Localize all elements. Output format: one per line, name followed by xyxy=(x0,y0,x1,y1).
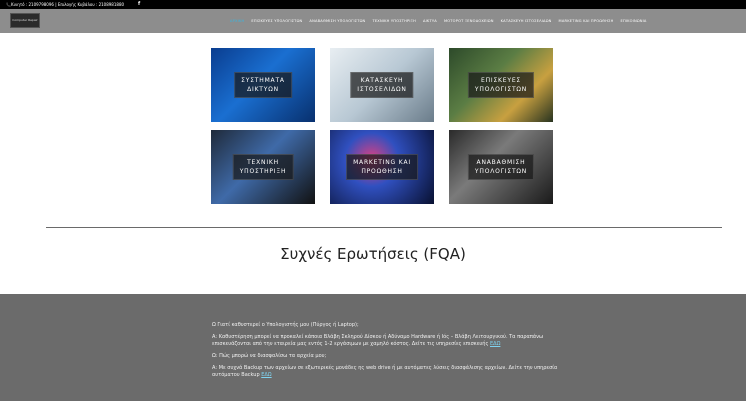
contact-info: 📞Κινητό : 2109798096 | Επιλογής Κυβάλου … xyxy=(6,2,125,7)
top-contact-bar: 📞Κινητό : 2109798096 | Επιλογής Κυβάλου … xyxy=(0,0,746,9)
tile-caption-line1: ΚΑΤΑΣΚΕΥΗ xyxy=(360,77,404,84)
services-grid: ΣΥΣΤΗΜΑΤΑ ΔΙΚΤΥΩΝ ΚΑΤΑΣΚΕΥΗ ΙΣΤΟΣΕΛΙΔΩΝ … xyxy=(211,48,553,204)
tile-network-systems[interactable]: ΣΥΣΤΗΜΑΤΑ ΔΙΚΤΥΩΝ xyxy=(211,48,315,122)
faq-content: Ω Γιατί καθυστερεί ο Υπολογιστής μου (Πύ… xyxy=(212,322,562,384)
tile-technical-support[interactable]: ΤΕΧΝΙΚΗ ΥΠΟΣΤΗΡΙΞΗ xyxy=(211,130,315,204)
tile-caption: ΚΑΤΑΣΚΕΥΗ ΙΣΤΟΣΕΛΙΔΩΝ xyxy=(350,72,414,98)
tile-caption: ΑΝΑΒΑΘΜΙΣΗ ΥΠΟΛΟΓΙΣΤΩΝ xyxy=(467,154,535,180)
tile-caption-line2: ΠΡΟΩΘΗΣΗ xyxy=(361,168,403,175)
tile-computer-upgrades[interactable]: ΑΝΑΒΑΘΜΙΣΗ ΥΠΟΛΟΓΙΣΤΩΝ xyxy=(449,130,553,204)
tile-web-development[interactable]: ΚΑΤΑΣΚΕΥΗ ΙΣΤΟΣΕΛΙΔΩΝ xyxy=(330,48,434,122)
tile-caption: ΕΠΙΣΚΕΥΕΣ ΥΠΟΛΟΓΙΣΤΩΝ xyxy=(467,72,535,98)
nav-item-web-development[interactable]: ΚΑΤΑΣΚΕΥΗ ΙΣΤΟΣΕΛΙΔΩΝ xyxy=(501,19,552,23)
faq-answer-1: Α: Καθυστέρηση μπορεί να προκαλεί κάποια… xyxy=(212,334,562,348)
nav-item-technical-support[interactable]: ΤΕΧΝΙΚΗ ΥΠΟΣΤΗΡΙΞΗ xyxy=(372,19,416,23)
tile-caption-line2: ΥΠΟΛΟΓΙΣΤΩΝ xyxy=(474,86,528,93)
tile-caption-line1: ΤΕΧΝΙΚΗ xyxy=(247,159,279,166)
tile-caption-line2: ΔΙΚΤΥΩΝ xyxy=(247,86,279,93)
tile-caption-line2: ΥΠΟΣΤΗΡΙΞΗ xyxy=(239,168,287,175)
nav-item-contact[interactable]: ΕΠΙΚΟΙΝΩΝΙΑ xyxy=(620,19,646,23)
section-divider xyxy=(46,227,722,228)
nav-item-computer-repairs[interactable]: ΕΠΙΣΚΕΥΕΣ ΥΠΟΛΟΓΙΣΤΩΝ xyxy=(251,19,302,23)
faq-heading: Συχνές Ερωτήσεις (FQA) xyxy=(280,245,466,263)
nav-item-computer-upgrades[interactable]: ΑΝΑΒΑΘΜΙΣΗ ΥΠΟΛΟΓΙΣΤΩΝ xyxy=(309,19,365,23)
tile-caption-line1: ΕΠΙΣΚΕΥΕΣ xyxy=(480,77,522,84)
nav-item-marketing[interactable]: MARKETING και ΠΡΟΩΘΗΣΗ xyxy=(559,19,614,23)
nav-item-hotel-motorout[interactable]: ΜΟΤΟΡΟΤ ΞΕΝΟΔΟΧΕΙΩΝ xyxy=(444,19,494,23)
nav-item-networks[interactable]: ΔΙΚΤΥΑ xyxy=(423,19,437,23)
faq-answer-1-link[interactable]: ΕΔΩ xyxy=(490,341,500,347)
nav-item-home[interactable]: ΑΡΧΙΚΗ xyxy=(230,19,244,23)
faq-question-1: Ω Γιατί καθυστερεί ο Υπολογιστής μου (Πύ… xyxy=(212,322,359,328)
tile-caption-line1: ΣΥΣΤΗΜΑΤΑ xyxy=(241,77,285,84)
tile-caption-line1: ΑΝΑΒΑΘΜΙΣΗ xyxy=(476,159,526,166)
tile-marketing[interactable]: MARKETING ΚΑΙ ΠΡΟΩΘΗΣΗ xyxy=(330,130,434,204)
faq-answer-2-link[interactable]: ΕΔΩ xyxy=(261,372,271,378)
tile-caption: MARKETING ΚΑΙ ΠΡΟΩΘΗΣΗ xyxy=(346,154,418,180)
tile-caption-line1: MARKETING ΚΑΙ xyxy=(353,159,411,166)
tile-computer-repairs[interactable]: ΕΠΙΣΚΕΥΕΣ ΥΠΟΛΟΓΙΣΤΩΝ xyxy=(449,48,553,122)
faq-question-2: Ω: Πώς μπορώ να διασφαλίσω τα αρχεία μου… xyxy=(212,353,327,359)
tile-caption-line2: ΥΠΟΛΟΓΙΣΤΩΝ xyxy=(474,168,528,175)
tile-caption: ΣΥΣΤΗΜΑΤΑ ΔΙΚΤΥΩΝ xyxy=(234,72,292,98)
tile-caption: ΤΕΧΝΙΚΗ ΥΠΟΣΤΗΡΙΞΗ xyxy=(232,154,294,180)
main-nav: ΑΡΧΙΚΗ ΕΠΙΣΚΕΥΕΣ ΥΠΟΛΟΓΙΣΤΩΝ ΑΝΑΒΑΘΜΙΣΗ … xyxy=(230,9,647,33)
tile-caption-line2: ΙΣΤΟΣΕΛΙΔΩΝ xyxy=(357,86,407,93)
site-logo[interactable]: Computer Repair xyxy=(10,13,40,28)
faq-answer-2: Α: Με συχνά Backup των αρχείων σε εξωτερ… xyxy=(212,365,562,379)
facebook-icon[interactable]: f xyxy=(138,0,140,9)
